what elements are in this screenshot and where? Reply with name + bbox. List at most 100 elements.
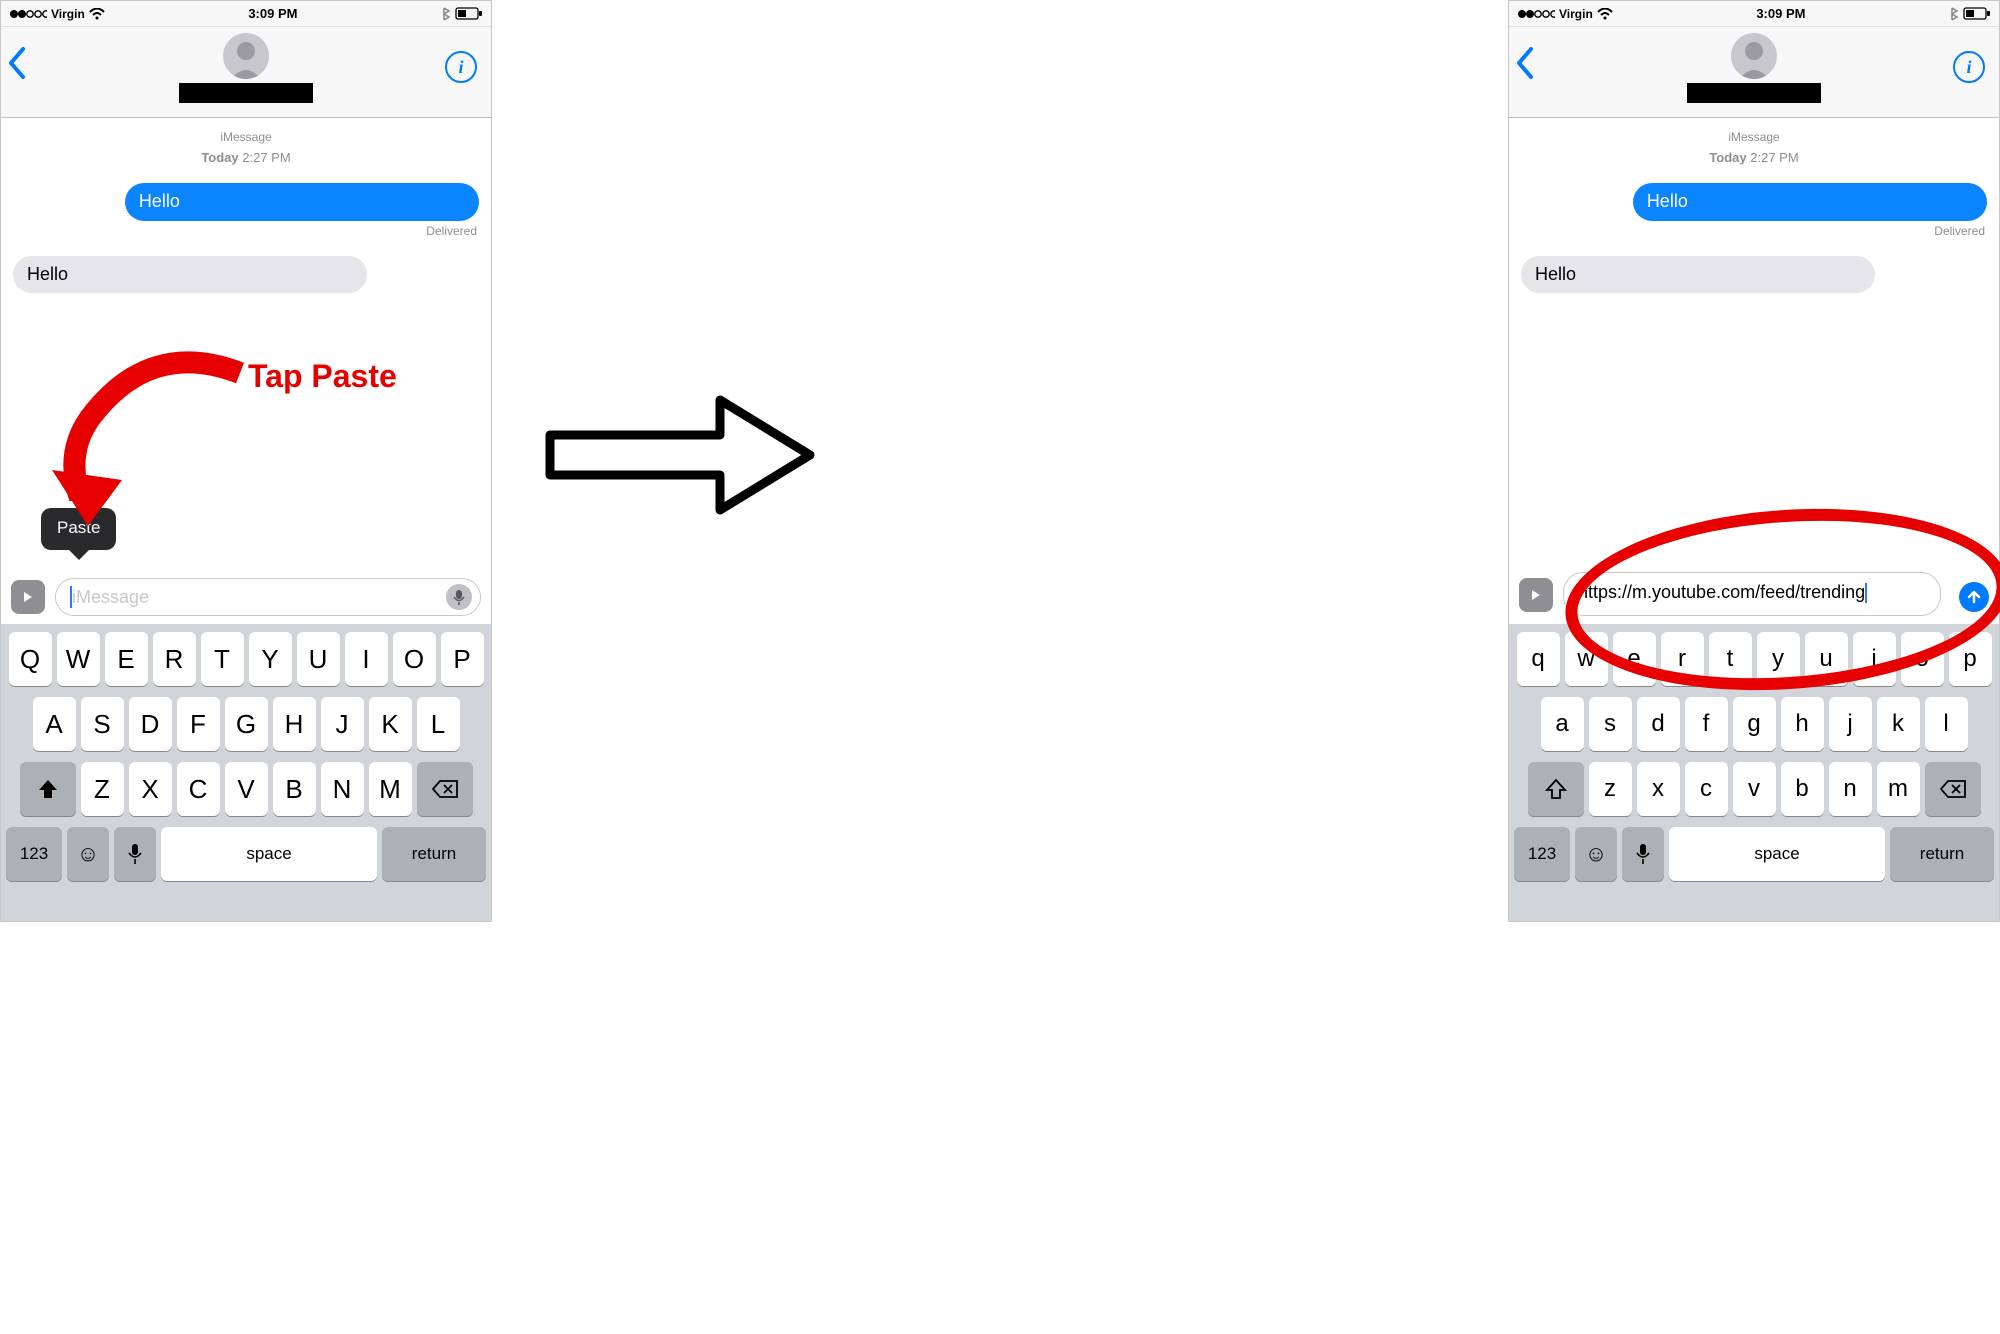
signal-icon (1517, 9, 1555, 19)
conversation-header: i (1, 27, 491, 118)
keyboard-row-2: a s d f g h j k l (1514, 697, 1994, 751)
key-g[interactable]: g (1733, 697, 1776, 751)
thread-timestamp: Today 2:27 PM (13, 150, 479, 165)
dictation-button[interactable] (446, 584, 472, 610)
back-button[interactable] (1515, 43, 1537, 88)
info-button[interactable]: i (1953, 51, 1985, 83)
key-r[interactable]: R (153, 632, 196, 686)
key-space[interactable]: space (1669, 827, 1885, 881)
wifi-icon (89, 8, 105, 20)
key-b[interactable]: B (273, 762, 316, 816)
delivered-label: Delivered (1521, 224, 1985, 238)
info-button[interactable]: i (445, 51, 477, 83)
keyboard-row-1: Q W E R T Y U I O P (6, 632, 486, 686)
key-u[interactable]: U (297, 632, 340, 686)
backspace-icon (431, 779, 459, 799)
keyboard-row-3: z x c v b n m (1514, 762, 1994, 816)
key-space[interactable]: space (161, 827, 377, 881)
key-y[interactable]: Y (249, 632, 292, 686)
key-e[interactable]: E (105, 632, 148, 686)
shift-icon (1545, 778, 1567, 800)
key-shift[interactable] (20, 762, 76, 816)
status-time: 3:09 PM (248, 6, 297, 21)
key-v[interactable]: V (225, 762, 268, 816)
key-x[interactable]: X (129, 762, 172, 816)
key-s[interactable]: s (1589, 697, 1632, 751)
key-a[interactable]: A (33, 697, 76, 751)
message-placeholder: iMessage (72, 587, 149, 608)
key-k[interactable]: k (1877, 697, 1920, 751)
battery-icon (1963, 7, 1991, 21)
key-emoji[interactable]: ☺ (67, 827, 109, 881)
key-n[interactable]: n (1829, 762, 1872, 816)
key-l[interactable]: L (417, 697, 460, 751)
key-dictation[interactable] (114, 827, 156, 881)
key-p[interactable]: P (441, 632, 484, 686)
status-time: 3:09 PM (1756, 6, 1805, 21)
key-k[interactable]: K (369, 697, 412, 751)
battery-icon (455, 7, 483, 21)
received-message-bubble[interactable]: Hello (1521, 256, 1875, 294)
key-return[interactable]: return (1890, 827, 1994, 881)
key-emoji[interactable]: ☺ (1575, 827, 1617, 881)
key-q[interactable]: q (1517, 632, 1560, 686)
contact-name-redacted (179, 83, 313, 103)
key-q[interactable]: Q (9, 632, 52, 686)
key-d[interactable]: d (1637, 697, 1680, 751)
key-f[interactable]: F (177, 697, 220, 751)
key-g[interactable]: G (225, 697, 268, 751)
key-c[interactable]: c (1685, 762, 1728, 816)
received-message-bubble[interactable]: Hello (13, 256, 367, 294)
mic-icon (128, 843, 142, 865)
key-delete[interactable] (417, 762, 473, 816)
thread-service-label: iMessage (1521, 130, 1987, 144)
status-bar: Virgin 3:09 PM (1509, 1, 1999, 27)
key-z[interactable]: z (1589, 762, 1632, 816)
key-m[interactable]: m (1877, 762, 1920, 816)
key-shift[interactable] (1528, 762, 1584, 816)
contact-avatar[interactable] (223, 33, 269, 79)
key-z[interactable]: Z (81, 762, 124, 816)
thread-service-label: iMessage (13, 130, 479, 144)
signal-icon (9, 9, 47, 19)
apps-button[interactable] (1519, 578, 1553, 612)
key-i[interactable]: I (345, 632, 388, 686)
key-b[interactable]: b (1781, 762, 1824, 816)
message-input[interactable]: iMessage (55, 578, 481, 616)
key-w[interactable]: W (57, 632, 100, 686)
contact-name-redacted (1687, 83, 1821, 103)
key-t[interactable]: T (201, 632, 244, 686)
key-a[interactable]: a (1541, 697, 1584, 751)
wifi-icon (1597, 8, 1613, 20)
key-n[interactable]: N (321, 762, 364, 816)
status-bar: Virgin 3:09 PM (1, 1, 491, 27)
key-x[interactable]: x (1637, 762, 1680, 816)
shift-icon (37, 778, 59, 800)
key-f[interactable]: f (1685, 697, 1728, 751)
key-delete[interactable] (1925, 762, 1981, 816)
key-j[interactable]: J (321, 697, 364, 751)
key-v[interactable]: v (1733, 762, 1776, 816)
key-dictation[interactable] (1622, 827, 1664, 881)
sent-message-bubble[interactable]: Hello (125, 183, 479, 221)
key-m[interactable]: M (369, 762, 412, 816)
key-s[interactable]: S (81, 697, 124, 751)
sent-message-bubble[interactable]: Hello (1633, 183, 1987, 221)
bluetooth-icon (441, 7, 451, 21)
contact-avatar[interactable] (1731, 33, 1777, 79)
key-return[interactable]: return (382, 827, 486, 881)
apps-button[interactable] (11, 580, 45, 614)
key-o[interactable]: O (393, 632, 436, 686)
keyboard-row-4: 123 ☺ space return (6, 827, 486, 881)
key-d[interactable]: D (129, 697, 172, 751)
key-h[interactable]: h (1781, 697, 1824, 751)
key-h[interactable]: H (273, 697, 316, 751)
back-button[interactable] (7, 43, 29, 88)
conversation-header: i (1509, 27, 1999, 118)
key-j[interactable]: j (1829, 697, 1872, 751)
key-numbers[interactable]: 123 (6, 827, 62, 881)
annotation-transition-arrow-icon (540, 390, 820, 520)
key-c[interactable]: C (177, 762, 220, 816)
key-numbers[interactable]: 123 (1514, 827, 1570, 881)
key-l[interactable]: l (1925, 697, 1968, 751)
